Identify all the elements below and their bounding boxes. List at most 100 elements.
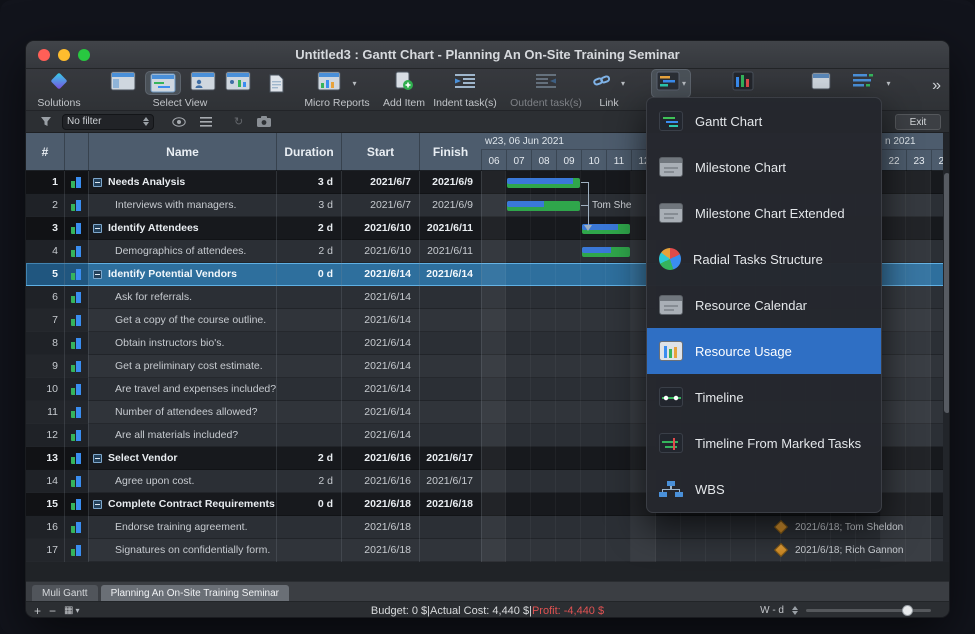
finish-cell [419,355,481,377]
start-cell: 2021/6/10 [341,217,419,239]
eye-icon[interactable] [172,117,186,127]
toolbar-overflow-button[interactable]: » [932,77,941,95]
task-name: Complete Contract Requirements [108,498,275,510]
select-view-label: Select View [153,97,208,109]
desktop-background: Untitled3 : Gantt Chart - Planning An On… [0,0,975,634]
gantt-bar-row4[interactable] [582,247,630,257]
assignee-label: Tom She [592,200,631,211]
grid-options-button[interactable]: ▦▾ [64,605,79,616]
day-cell: 07 [506,150,531,171]
view-menu: Gantt ChartMilestone ChartMilestone Char… [646,97,882,513]
exit-button[interactable]: Exit [895,114,941,130]
add-item-button[interactable]: Add Item [378,71,430,109]
collapse-icon[interactable] [93,500,102,509]
select-chart-button[interactable]: ▾ [648,71,694,95]
column-header-icon[interactable] [64,133,88,171]
view-gantt-icon[interactable] [145,71,181,95]
menu-item-timeline-from-marked-tasks[interactable]: Timeline From Marked Tasks [647,420,881,466]
minimize-button[interactable] [58,49,70,61]
funnel-icon[interactable] [40,116,52,128]
gantt-bar-row1[interactable] [507,178,580,188]
view-options-button[interactable]: ▾ [852,71,892,95]
day-cell: 22 [881,150,906,171]
zoom-stepper[interactable] [792,606,798,615]
weekend-shading [481,171,506,562]
document-icon [269,71,284,95]
week-label: n 2021 [885,133,916,149]
task-icon [71,200,82,211]
milestone-diamond-row16[interactable] [774,520,788,534]
duration-cell [276,424,341,446]
menu-item-radial-tasks-structure[interactable]: Radial Tasks Structure [647,236,881,282]
tab-multi-gantt[interactable]: Muli Gantt [32,585,98,601]
column-header-number[interactable]: # [26,133,64,171]
tab-planning-seminar[interactable]: Planning An On-Site Training Seminar [101,585,289,601]
collapse-icon[interactable] [93,454,102,463]
refresh-icon[interactable]: ↻ [234,115,243,128]
filter-value: No filter [67,116,143,127]
scrollbar-handle[interactable] [944,173,950,413]
gantt-bar-row2[interactable] [507,201,580,211]
chevron-down-icon: ▾ [621,79,625,88]
menu-item-resource-calendar[interactable]: Resource Calendar [647,282,881,328]
zoom-button[interactable] [78,49,90,61]
menu-item-timeline[interactable]: Timeline [647,374,881,420]
task-name: Signatures on confidentially form. [115,544,270,556]
view-resource-chart-icon[interactable] [225,71,251,96]
finish-cell [419,332,481,354]
collapse-icon[interactable] [93,270,102,279]
filter-select[interactable]: No filter [62,114,154,130]
panel-button[interactable] [808,71,834,95]
finish-cell: 2021/6/14 [419,263,481,285]
radial-icon [659,248,681,270]
link-arrow-icon [584,225,592,231]
slider-knob[interactable] [902,605,913,616]
window-title: Untitled3 : Gantt Chart - Planning An On… [26,47,949,62]
zoom-out-button[interactable]: − [49,604,56,618]
link-button[interactable]: ▾ Link [586,71,632,109]
task-name-cell: Endorse training agreement. [88,516,276,538]
column-header-duration[interactable]: Duration [276,133,341,171]
outdent-icon [536,73,556,94]
indent-button[interactable]: Indent task(s) [432,71,498,109]
zoom-slider[interactable] [806,609,931,612]
task-name-cell: Are all materials included? [88,424,276,446]
list-icon[interactable] [200,117,212,127]
collapse-icon[interactable] [93,178,102,187]
day-cell: 10 [581,150,606,171]
view-layout-icon[interactable] [110,71,136,96]
menu-item-label: Timeline From Marked Tasks [695,436,861,451]
camera-icon[interactable] [257,116,271,127]
milestone-diamond-row17[interactable] [774,543,788,557]
column-header-start[interactable]: Start [341,133,419,171]
document-button[interactable] [266,71,286,95]
outdent-button[interactable]: Outdent task(s) [510,71,582,109]
row-number: 10 [26,378,64,400]
indent-label: Indent task(s) [433,97,497,109]
finish-cell [419,309,481,331]
zoom-in-button[interactable]: + [34,604,41,618]
view-resources-icon[interactable] [190,71,216,96]
titlebar[interactable]: Untitled3 : Gantt Chart - Planning An On… [26,41,949,69]
row-icon-cell [64,332,88,354]
start-cell: 2021/6/7 [341,171,419,193]
tlmarked-icon [659,433,683,453]
add-item-label: Add Item [383,97,425,109]
vertical-scrollbar[interactable] [943,133,950,562]
start-cell: 2021/6/14 [341,401,419,423]
menu-item-gantt-chart[interactable]: Gantt Chart [647,98,881,144]
columns-chart-button[interactable] [728,71,758,95]
menu-item-milestone-chart-extended[interactable]: Milestone Chart Extended [647,190,881,236]
micro-reports-button[interactable]: ▾ Micro Reports [296,71,378,109]
menu-item-milestone-chart[interactable]: Milestone Chart [647,144,881,190]
menu-item-resource-usage[interactable]: Resource Usage [647,328,881,374]
column-header-name[interactable]: Name [88,133,276,171]
solutions-button[interactable]: Solutions [30,71,88,109]
menu-item-wbs[interactable]: WBS [647,466,881,512]
app-window: Untitled3 : Gantt Chart - Planning An On… [25,40,950,618]
chevron-down-icon: ▾ [75,606,79,615]
milestone-label: 2021/6/18; Tom Sheldon [795,522,903,533]
collapse-icon[interactable] [93,224,102,233]
column-header-finish[interactable]: Finish [419,133,481,171]
close-button[interactable] [38,49,50,61]
